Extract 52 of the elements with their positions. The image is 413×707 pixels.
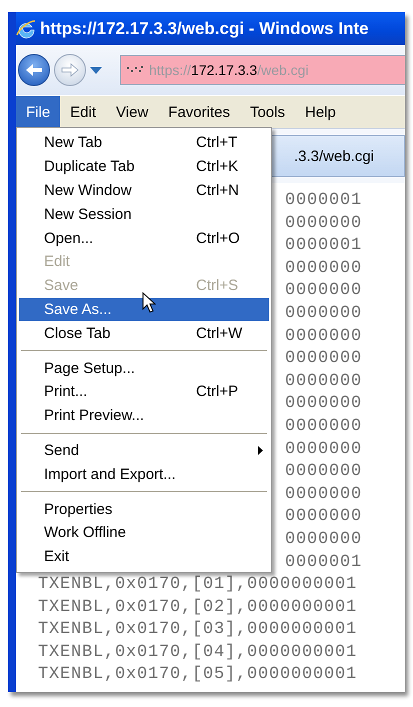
data-line: TXENBL,0x0170,[05],0000000001 xyxy=(38,665,358,684)
menu-item[interactable]: New Window Ctrl+N xyxy=(19,178,269,202)
menu-bar-item[interactable]: Edit xyxy=(60,96,106,128)
dropdown-arrow-icon[interactable] xyxy=(90,66,102,74)
data-line: 0000000 xyxy=(285,326,362,346)
right-arrow-icon xyxy=(61,62,79,78)
data-line: 0000000 xyxy=(285,304,362,323)
certificate-error-icon xyxy=(127,66,143,74)
menu-bar-item[interactable]: Help xyxy=(295,96,346,128)
window-title: https://172.17.3.3/web.cgi - Windows Inte xyxy=(40,18,369,38)
data-line: TXENBL,0x0170,[02],0000000001 xyxy=(38,598,358,617)
menu-item[interactable]: Save As... xyxy=(19,298,269,322)
menu-item[interactable]: Page Setup... xyxy=(19,356,269,380)
menu-item[interactable]: Open... Ctrl+O xyxy=(19,226,269,250)
menu-item[interactable]: Duplicate Tab Ctrl+K xyxy=(19,154,269,179)
data-line: 0000000 xyxy=(285,416,362,436)
menu-item[interactable]: Import and Export... xyxy=(19,462,269,486)
data-line: 0000001 xyxy=(285,552,362,572)
data-line: 0000001 xyxy=(285,191,362,210)
menu-bar-item[interactable]: Tools xyxy=(240,96,295,128)
mouse-pointer-icon xyxy=(142,292,156,314)
data-line: TXENBL,0x0170,[04],0000000001 xyxy=(38,642,358,662)
menu-item[interactable]: Print Preview... xyxy=(19,404,269,428)
data-line: 0000000 xyxy=(285,484,362,504)
menu-item[interactable]: Exit xyxy=(19,544,269,569)
data-line: 0000000 xyxy=(285,281,362,300)
data-line: 0000000 xyxy=(285,530,362,549)
menu-item[interactable]: Work Offline xyxy=(19,520,269,545)
data-line: 0000000 xyxy=(285,507,362,526)
data-line: TXENBL,0x0170,[03],0000000001 xyxy=(38,620,358,640)
address-field[interactable]: https://172.17.3.3/web.cgi xyxy=(120,55,405,85)
menu-item[interactable]: New Session xyxy=(19,202,269,226)
data-line: 0000000 xyxy=(285,440,362,459)
data-line: TXENBL,0x0170,[01],0000000001 xyxy=(38,575,358,594)
browser-logo-icon xyxy=(16,18,36,38)
menu-bar-item[interactable]: View xyxy=(106,96,158,128)
menu-item[interactable]: Send xyxy=(19,438,269,462)
data-line: 0000000 xyxy=(285,394,362,414)
menu-item[interactable]: Print... Ctrl+P xyxy=(19,380,269,404)
back-button[interactable] xyxy=(18,54,50,86)
data-line: 0000000 xyxy=(285,349,362,368)
menu-item[interactable]: Close Tab Ctrl+W xyxy=(19,321,269,346)
data-line: 0000000 xyxy=(285,214,362,233)
left-arrow-icon xyxy=(25,62,43,78)
data-line: 0000000 xyxy=(285,462,362,482)
data-line: 0000000 xyxy=(285,372,362,391)
menu-item[interactable]: New Tab Ctrl+T xyxy=(19,131,269,155)
data-line: 0000001 xyxy=(285,236,362,256)
menu-bar-item[interactable]: Favorites xyxy=(158,96,240,128)
data-line: 0000000 xyxy=(285,258,362,278)
menu-item[interactable]: Properties xyxy=(19,497,269,521)
menu-bar-item[interactable]: File xyxy=(16,96,60,128)
